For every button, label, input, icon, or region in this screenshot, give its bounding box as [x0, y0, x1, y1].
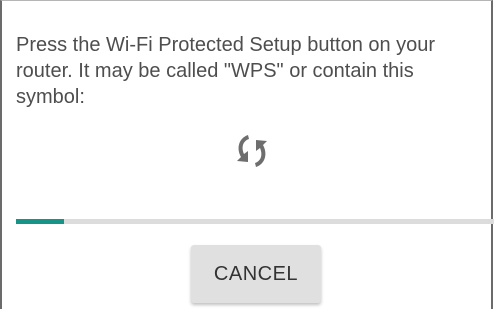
wps-progress-bar — [16, 219, 494, 224]
wps-instruction-text: Press the Wi-Fi Protected Setup button o… — [16, 34, 436, 108]
wps-progress-fill — [16, 219, 64, 224]
wps-dialog: Press the Wi-Fi Protected Setup button o… — [0, 0, 494, 309]
wps-icon — [237, 135, 267, 167]
cancel-button[interactable]: CANCEL — [191, 245, 321, 303]
